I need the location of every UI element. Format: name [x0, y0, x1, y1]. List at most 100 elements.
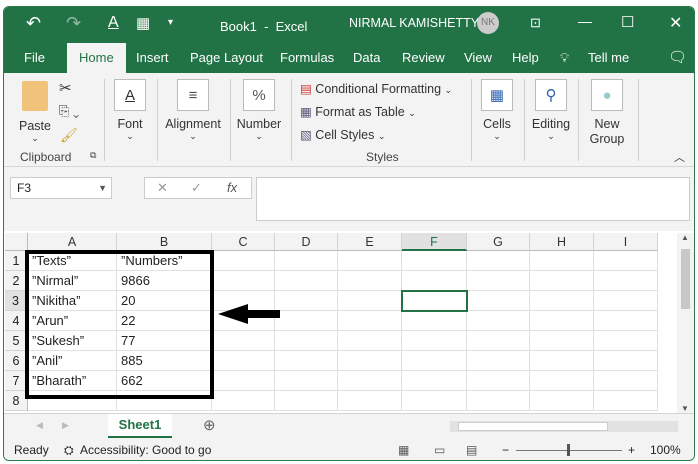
enter-icon[interactable]: ✓ [191, 178, 202, 198]
cell-E7[interactable] [338, 371, 402, 391]
minimize-icon[interactable]: — [578, 13, 592, 29]
cell-C6[interactable] [212, 351, 275, 371]
cell-E3[interactable] [338, 291, 402, 311]
cell-F2[interactable] [402, 271, 467, 291]
editing-button[interactable]: ⚲ Editing ⌄ [528, 79, 574, 142]
customize-toolbar-icon[interactable]: ▾ [168, 17, 173, 28]
tab-help[interactable]: Help [512, 43, 539, 73]
tab-home[interactable]: Home [67, 43, 126, 73]
cell-F6[interactable] [402, 351, 467, 371]
column-header-I[interactable]: I [594, 233, 658, 251]
column-header-H[interactable]: H [530, 233, 594, 251]
cells-button[interactable]: ▦ Cells ⌄ [478, 79, 516, 142]
cell-H3[interactable] [530, 291, 594, 311]
column-header-B[interactable]: B [117, 233, 212, 251]
font-button[interactable]: A Font ⌄ [112, 79, 148, 142]
cell-D2[interactable] [275, 271, 338, 291]
cell-styles-button[interactable]: ▧ Cell Styles ⌄ [300, 127, 385, 142]
cell-G3[interactable] [467, 291, 530, 311]
close-icon[interactable]: ✕ [669, 13, 682, 33]
cell-H8[interactable] [530, 391, 594, 411]
tab-view[interactable]: View [464, 43, 492, 73]
collapse-ribbon-icon[interactable]: ︿ [674, 149, 685, 165]
column-header-F[interactable]: F [402, 233, 467, 251]
table-icon[interactable]: ▦ [136, 14, 150, 32]
cell-G6[interactable] [467, 351, 530, 371]
undo-icon[interactable]: ↶ [26, 13, 41, 34]
conditional-formatting-button[interactable]: ▤ Conditional Formatting ⌄ [300, 81, 452, 96]
cell-E4[interactable] [338, 311, 402, 331]
zoom-in-icon[interactable]: + [628, 439, 635, 460]
tab-file[interactable]: File [24, 43, 45, 73]
cell-C5[interactable] [212, 331, 275, 351]
column-header-D[interactable]: D [275, 233, 338, 251]
normal-view-icon[interactable]: ▦ [398, 439, 409, 460]
cell-C1[interactable] [212, 251, 275, 271]
cancel-icon[interactable]: ✕ [157, 178, 168, 198]
name-box[interactable]: F3 ▼ [10, 177, 112, 199]
add-sheet-icon[interactable]: ⊕ [203, 416, 216, 434]
tab-data[interactable]: Data [353, 43, 380, 73]
cell-H6[interactable] [530, 351, 594, 371]
cell-G5[interactable] [467, 331, 530, 351]
paste-button[interactable]: Paste ⌄ [18, 81, 52, 144]
cell-C8[interactable] [212, 391, 275, 411]
cell-E2[interactable] [338, 271, 402, 291]
cell-I3[interactable] [594, 291, 658, 311]
cell-I8[interactable] [594, 391, 658, 411]
tab-review[interactable]: Review [402, 43, 445, 73]
cell-I1[interactable] [594, 251, 658, 271]
comments-icon[interactable]: 🗨︎ [668, 43, 687, 73]
cell-C2[interactable] [212, 271, 275, 291]
new-group-button[interactable]: ● New Group [584, 79, 630, 147]
page-layout-view-icon[interactable]: ▭ [434, 439, 445, 460]
accessibility-status[interactable]: Accessibility: Good to go [80, 439, 211, 460]
cell-E1[interactable] [338, 251, 402, 271]
column-header-A[interactable]: A [28, 233, 117, 251]
cell-H4[interactable] [530, 311, 594, 331]
cell-H2[interactable] [530, 271, 594, 291]
cell-G4[interactable] [467, 311, 530, 331]
accessibility-icon[interactable]: ⛭ [64, 439, 74, 460]
cell-G1[interactable] [467, 251, 530, 271]
cell-I7[interactable] [594, 371, 658, 391]
column-header-C[interactable]: C [212, 233, 275, 251]
column-header-G[interactable]: G [467, 233, 530, 251]
cell-D7[interactable] [275, 371, 338, 391]
zoom-slider[interactable] [516, 444, 622, 456]
cell-F7[interactable] [402, 371, 467, 391]
cell-F1[interactable] [402, 251, 467, 271]
tab-insert[interactable]: Insert [136, 43, 169, 73]
cell-I6[interactable] [594, 351, 658, 371]
sheet-tab-sheet1[interactable]: Sheet1 [108, 414, 172, 438]
cell-F4[interactable] [402, 311, 467, 331]
cell-F5[interactable] [402, 331, 467, 351]
zoom-out-icon[interactable]: − [502, 439, 509, 460]
vertical-scrollbar[interactable]: ▲ ▼ [677, 233, 694, 413]
cell-G2[interactable] [467, 271, 530, 291]
prev-sheet-icon[interactable]: ◀ [36, 420, 43, 431]
select-all-corner[interactable] [5, 233, 28, 251]
cell-D5[interactable] [275, 331, 338, 351]
maximize-icon[interactable]: ☐ [621, 13, 634, 31]
number-button[interactable]: % Number ⌄ [236, 79, 282, 142]
tab-page-layout[interactable]: Page Layout [190, 43, 263, 73]
cell-H7[interactable] [530, 371, 594, 391]
horizontal-scrollbar[interactable] [450, 421, 678, 432]
cell-D1[interactable] [275, 251, 338, 271]
cell-G8[interactable] [467, 391, 530, 411]
copy-icon[interactable]: ⎘ ⌄ [59, 103, 79, 119]
cut-icon[interactable]: ✂ [59, 79, 72, 97]
avatar[interactable]: NK [477, 12, 499, 34]
format-painter-icon[interactable]: 🖌︎ [60, 127, 78, 144]
formula-input[interactable] [256, 177, 690, 221]
dialog-launcher-icon[interactable]: ⧉ [90, 150, 96, 161]
cell-D6[interactable] [275, 351, 338, 371]
cell-H1[interactable] [530, 251, 594, 271]
cell-E5[interactable] [338, 331, 402, 351]
cell-H5[interactable] [530, 331, 594, 351]
cell-I2[interactable] [594, 271, 658, 291]
cell-F8[interactable] [402, 391, 467, 411]
cell-G7[interactable] [467, 371, 530, 391]
alignment-button[interactable]: ≡ Alignment ⌄ [162, 79, 224, 142]
